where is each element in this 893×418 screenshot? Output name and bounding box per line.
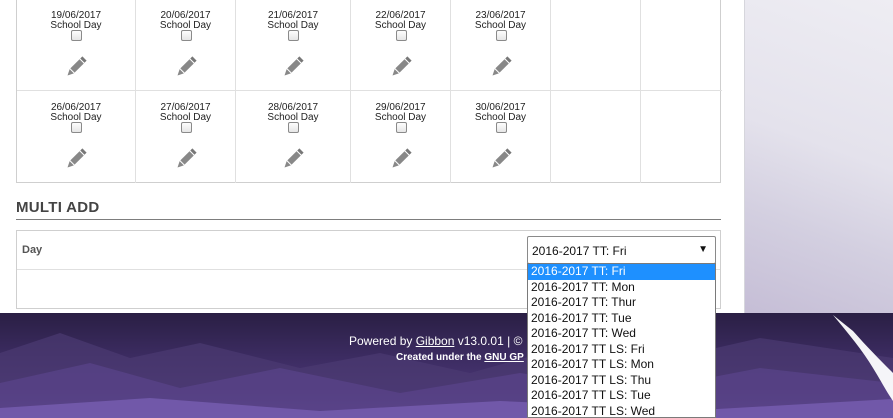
day-option[interactable]: 2016-2017 TT LS: Wed <box>528 404 715 418</box>
calendar-empty-cell <box>641 0 722 91</box>
pencil-icon[interactable] <box>282 148 304 170</box>
calendar-empty-cell <box>551 0 641 91</box>
day-option[interactable]: 2016-2017 TT LS: Tue <box>528 388 715 404</box>
powered-suffix: v13.0.01 | © <box>454 334 523 348</box>
day-checkbox[interactable] <box>395 122 407 133</box>
calendar-day-cell: 29/06/2017 School Day <box>351 91 451 183</box>
pencil-icon[interactable] <box>490 56 512 78</box>
pencil-icon[interactable] <box>175 56 197 78</box>
day-option[interactable]: 2016-2017 TT: Wed <box>528 326 715 342</box>
day-checkbox[interactable] <box>395 30 407 41</box>
gibbon-link[interactable]: Gibbon <box>416 334 455 348</box>
day-checkbox[interactable] <box>495 122 507 133</box>
calendar-day-cell: 23/06/2017 School Day <box>451 0 551 91</box>
day-option[interactable]: 2016-2017 TT: Thur <box>528 295 715 311</box>
pencil-icon[interactable] <box>175 148 197 170</box>
day-dropdown-list[interactable]: 2016-2017 TT: Fri 2016-2017 TT: Mon 2016-2… <box>527 263 716 418</box>
pencil-icon[interactable] <box>390 56 412 78</box>
calendar-grid: 19/06/2017 School Day 20/06/2017 School Day… <box>16 0 722 183</box>
created-under-text: Created under the GNU GP <box>396 352 524 363</box>
powered-by-text: Powered by Gibbon v13.0.01 | © <box>349 334 522 348</box>
created-prefix: Created under the <box>396 352 485 363</box>
day-checkbox[interactable] <box>288 122 299 133</box>
day-checkbox[interactable] <box>71 122 82 133</box>
day-option[interactable]: 2016-2017 TT LS: Mon <box>528 357 715 373</box>
pencil-icon[interactable] <box>65 148 87 170</box>
day-checkbox[interactable] <box>180 122 192 133</box>
pencil-icon[interactable] <box>65 56 87 78</box>
pencil-icon[interactable] <box>390 148 412 170</box>
day-option[interactable]: 2016-2017 TT LS: Fri <box>528 342 715 358</box>
day-select[interactable]: 2016-2017 TT: Fri ▼ <box>527 236 716 264</box>
calendar-day-cell: 19/06/2017 School Day <box>17 0 136 91</box>
background-mountain <box>720 0 893 313</box>
footer: Powered by Gibbon v13.0.01 | © Created u… <box>0 313 893 418</box>
bird-logo-icon <box>833 315 893 401</box>
calendar-day-cell: 21/06/2017 School Day <box>236 0 351 91</box>
calendar-empty-cell <box>641 91 722 183</box>
pencil-icon[interactable] <box>490 148 512 170</box>
day-checkbox[interactable] <box>180 30 192 41</box>
powered-prefix: Powered by <box>349 334 416 348</box>
day-label: Day <box>22 244 43 256</box>
multi-add-title: MULTI ADD <box>16 199 100 216</box>
day-option[interactable]: 2016-2017 TT: Mon <box>528 280 715 296</box>
day-option[interactable]: 2016-2017 TT LS: Thu <box>528 373 715 389</box>
calendar-day-cell: 28/06/2017 School Day <box>236 91 351 183</box>
day-option[interactable]: 2016-2017 TT: Tue <box>528 311 715 327</box>
section-divider <box>16 219 721 220</box>
calendar-day-cell: 20/06/2017 School Day <box>136 0 236 91</box>
day-checkbox[interactable] <box>71 30 82 41</box>
day-checkbox[interactable] <box>495 30 507 41</box>
calendar-day-cell: 22/06/2017 School Day <box>351 0 451 91</box>
calendar-day-cell: 30/06/2017 School Day <box>451 91 551 183</box>
day-select-value: 2016-2017 TT: Fri <box>532 244 627 258</box>
dropdown-arrow-icon: ▼ <box>698 244 708 255</box>
calendar-empty-cell <box>551 91 641 183</box>
pencil-icon[interactable] <box>282 56 304 78</box>
day-checkbox[interactable] <box>288 30 299 41</box>
calendar-day-cell: 27/06/2017 School Day <box>136 91 236 183</box>
day-option[interactable]: 2016-2017 TT: Fri <box>528 264 715 280</box>
gnu-gpl-link[interactable]: GNU GP <box>484 352 523 363</box>
footer-mountains <box>0 333 893 418</box>
calendar-day-cell: 26/06/2017 School Day <box>17 91 136 183</box>
